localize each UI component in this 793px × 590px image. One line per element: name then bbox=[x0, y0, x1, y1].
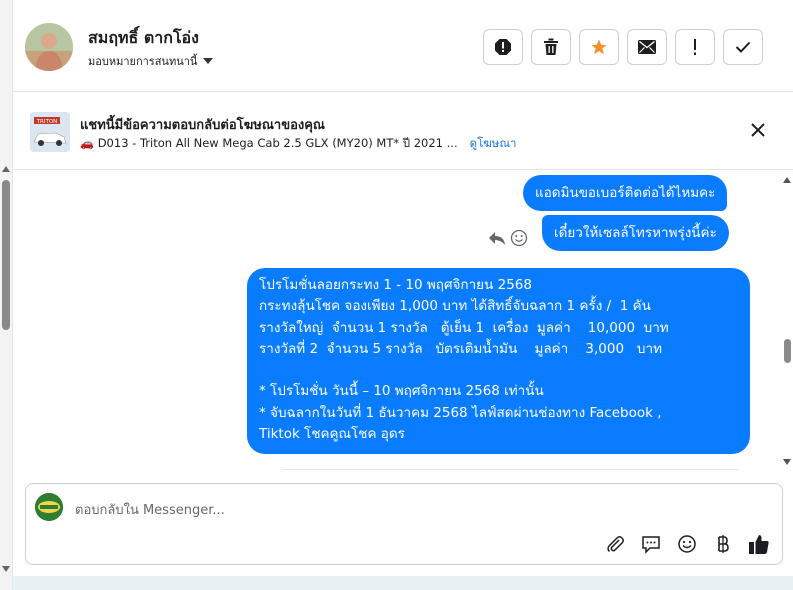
star-button[interactable] bbox=[579, 29, 619, 65]
message-line: รางวัลที่ 2 จำนวน 5 รางวัล บัตรเติมน้ำมั… bbox=[259, 340, 662, 357]
thread-divider bbox=[283, 469, 738, 470]
message-line: Tiktok โชคคูณโชค อุดร bbox=[259, 426, 405, 443]
message-line: * โปรโมชั่น วันนี้ – 10 พฤศจิกายน 2568 เ… bbox=[259, 383, 544, 400]
composer-tools bbox=[604, 533, 770, 555]
baht-icon bbox=[718, 535, 729, 553]
message-actions bbox=[488, 229, 528, 247]
contact-avatar[interactable] bbox=[25, 23, 73, 71]
spam-icon bbox=[495, 39, 511, 55]
message-line: โปรโมชั่นลอยกระทง 1 - 10 พฤศจิกายน 2568 bbox=[259, 277, 532, 293]
check-icon bbox=[735, 41, 751, 53]
ad-thumbnail[interactable]: TRITON bbox=[30, 112, 70, 152]
important-icon bbox=[694, 39, 696, 55]
message-thread[interactable]: แอดมินขอเบอร์ติดต่อได้ไหมคะ เดี๋ยวให้เซล… bbox=[13, 171, 793, 471]
emoji-icon bbox=[678, 535, 696, 553]
saved-replies-button[interactable] bbox=[640, 533, 662, 555]
header-actions bbox=[483, 29, 763, 65]
message-line: กระทงลุ้นโชค จองเพียง 1,000 บาท ได้สิทธิ… bbox=[259, 298, 651, 315]
message-bubble[interactable]: เดี๋ยวให้เซลล์โทรหาพรุ่งนี้ค่ะ bbox=[542, 215, 729, 251]
emoji-button[interactable] bbox=[676, 533, 698, 555]
reply-icon[interactable] bbox=[488, 230, 506, 246]
thumbs-up-icon bbox=[749, 535, 769, 554]
thread-scrollbar[interactable] bbox=[781, 171, 793, 471]
conversation-header: สมฤทธิ์ ตากโอ่ง มอบหมายการสนทนานี้ bbox=[13, 0, 793, 92]
scrollbar-thumb[interactable] bbox=[784, 339, 791, 363]
assign-label: มอบหมายการสนทนานี้ bbox=[88, 55, 198, 68]
message-line: รางวัลใหญ่ จำนวน 1 รางวัล ตู้เย็น 1 เครื… bbox=[259, 319, 669, 336]
close-icon bbox=[751, 123, 765, 137]
react-smiley-icon[interactable] bbox=[510, 229, 528, 247]
attach-button[interactable] bbox=[604, 533, 626, 555]
message-line: * จับฉลากในวันที่ 1 ธันวาคม 2568 ไลฟ์สดผ… bbox=[259, 404, 662, 421]
page-avatar bbox=[35, 493, 63, 521]
scroll-down-arrow[interactable] bbox=[2, 566, 10, 572]
mark-spam-button[interactable] bbox=[483, 29, 523, 65]
conversation-panel: สมฤทธิ์ ตากโอ่ง มอบหมายการสนทนานี้ TRITO… bbox=[12, 0, 793, 590]
ad-banner-title: แชทนี้มีข้อความตอบกลับต่อโฆษณาของคุณ bbox=[80, 118, 325, 133]
ad-description: D013 - Triton All New Mega Cab 2.5 GLX (… bbox=[97, 136, 458, 150]
mark-done-button[interactable] bbox=[723, 29, 763, 65]
message-text: แอดมินขอเบอร์ติดต่อได้ไหมคะ bbox=[535, 184, 716, 201]
assign-conversation-dropdown[interactable]: มอบหมายการสนทนานี้ bbox=[88, 52, 214, 70]
follow-up-button[interactable] bbox=[675, 29, 715, 65]
mail-icon bbox=[638, 40, 656, 54]
chevron-down-icon bbox=[203, 58, 214, 64]
star-icon bbox=[591, 39, 607, 55]
scroll-up-arrow[interactable] bbox=[783, 177, 791, 183]
view-ad-link[interactable]: ดูโฆษณา bbox=[470, 135, 517, 153]
trash-icon bbox=[544, 38, 558, 55]
bottom-strip bbox=[13, 576, 793, 590]
promotion-message-bubble[interactable]: โปรโมชั่นลอยกระทง 1 - 10 พฤศจิกายน 2568 … bbox=[247, 268, 750, 455]
ad-description-line: 🚗 D013 - Triton All New Mega Cab 2.5 GLX … bbox=[80, 135, 517, 153]
message-line bbox=[259, 361, 738, 382]
reply-input[interactable]: ตอบกลับใน Messenger... bbox=[75, 499, 225, 520]
message-text: เดี๋ยวให้เซลล์โทรหาพรุ่งนี้ค่ะ bbox=[554, 224, 717, 241]
ad-reply-banner: TRITON แชทนี้มีข้อความตอบกลับต่อโฆษณาของ… bbox=[13, 92, 793, 170]
scroll-down-arrow[interactable] bbox=[783, 459, 791, 465]
car-icon: 🚗 bbox=[80, 137, 94, 150]
scroll-up-arrow[interactable] bbox=[2, 166, 10, 172]
paperclip-icon bbox=[607, 536, 624, 553]
mark-unread-button[interactable] bbox=[627, 29, 667, 65]
like-button[interactable] bbox=[748, 533, 770, 555]
page-scrollbar[interactable] bbox=[0, 0, 12, 590]
delete-button[interactable] bbox=[531, 29, 571, 65]
close-banner-button[interactable] bbox=[749, 121, 767, 139]
reply-composer[interactable]: ตอบกลับใน Messenger... bbox=[25, 483, 783, 565]
contact-name[interactable]: สมฤทธิ์ ตากโอ่ง bbox=[88, 26, 199, 51]
ad-thumbnail-text: TRITON bbox=[36, 119, 58, 125]
scrollbar-thumb[interactable] bbox=[2, 180, 10, 330]
message-bubble[interactable]: แอดมินขอเบอร์ติดต่อได้ไหมคะ bbox=[523, 175, 728, 211]
payment-button[interactable] bbox=[712, 533, 734, 555]
chat-bubble-icon bbox=[642, 536, 660, 554]
